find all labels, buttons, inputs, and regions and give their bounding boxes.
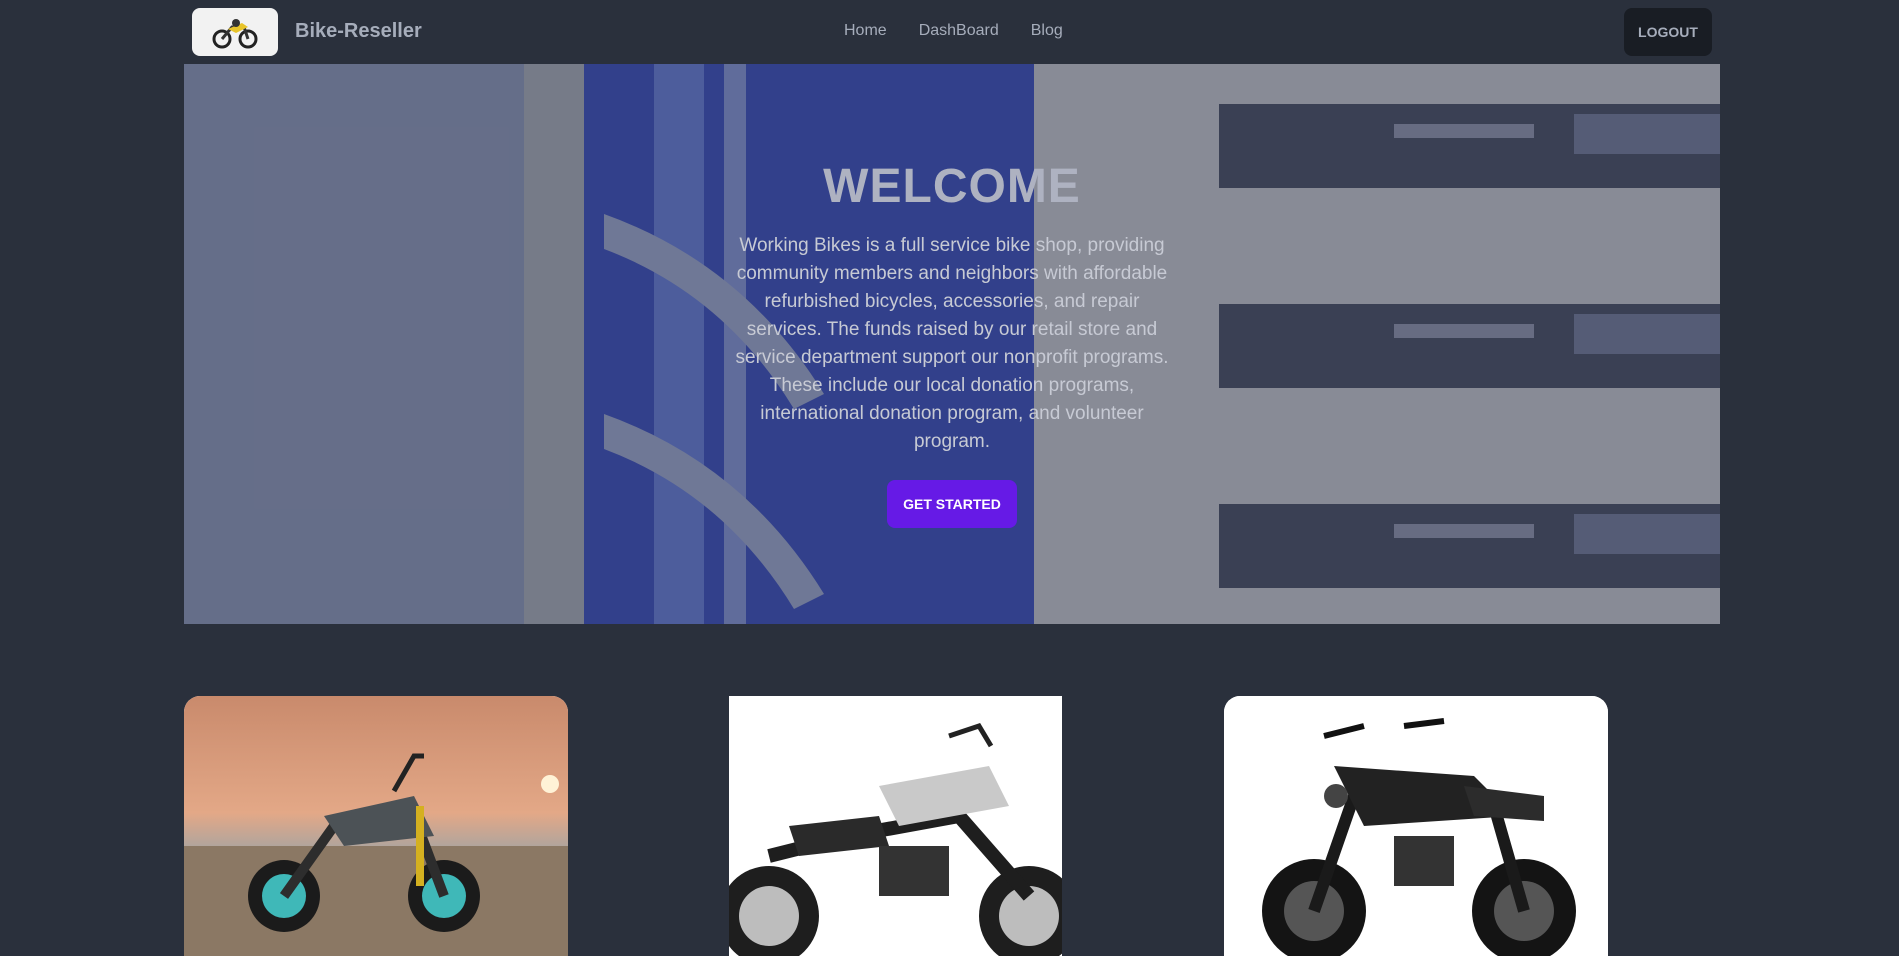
brand-name[interactable]: Bike-Reseller — [295, 20, 422, 43]
black-power-cruiser-motorcycle-image — [1224, 696, 1608, 956]
navbar: Bike-Reseller Home DashBoard Blog LOGOUT — [184, 0, 1720, 64]
hero-section: WELCOME Working Bikes is a full service … — [184, 64, 1720, 624]
hero-description: Working Bikes is a full service bike sho… — [735, 235, 1169, 452]
bike-card[interactable] — [1224, 696, 1608, 956]
logo-button[interactable] — [192, 8, 278, 56]
get-started-button[interactable]: GET STARTED — [887, 480, 1017, 528]
nav-link-blog[interactable]: Blog — [1031, 22, 1063, 40]
bike-card[interactable] — [729, 696, 1062, 956]
bike-card[interactable] — [184, 696, 568, 956]
nav-link-dashboard[interactable]: DashBoard — [919, 22, 999, 40]
cruiser-motorcycle-image — [729, 696, 1062, 956]
nav-link-home[interactable]: Home — [844, 22, 887, 40]
hero-content: WELCOME Working Bikes is a full service … — [184, 159, 1720, 528]
main-nav: Home DashBoard Blog — [844, 22, 1063, 40]
naked-motorcycle-sunset-image — [184, 696, 568, 956]
motorcycle-logo-icon — [212, 19, 258, 49]
hero-title: WELCOME — [823, 160, 1081, 213]
logout-button[interactable]: LOGOUT — [1624, 8, 1712, 56]
